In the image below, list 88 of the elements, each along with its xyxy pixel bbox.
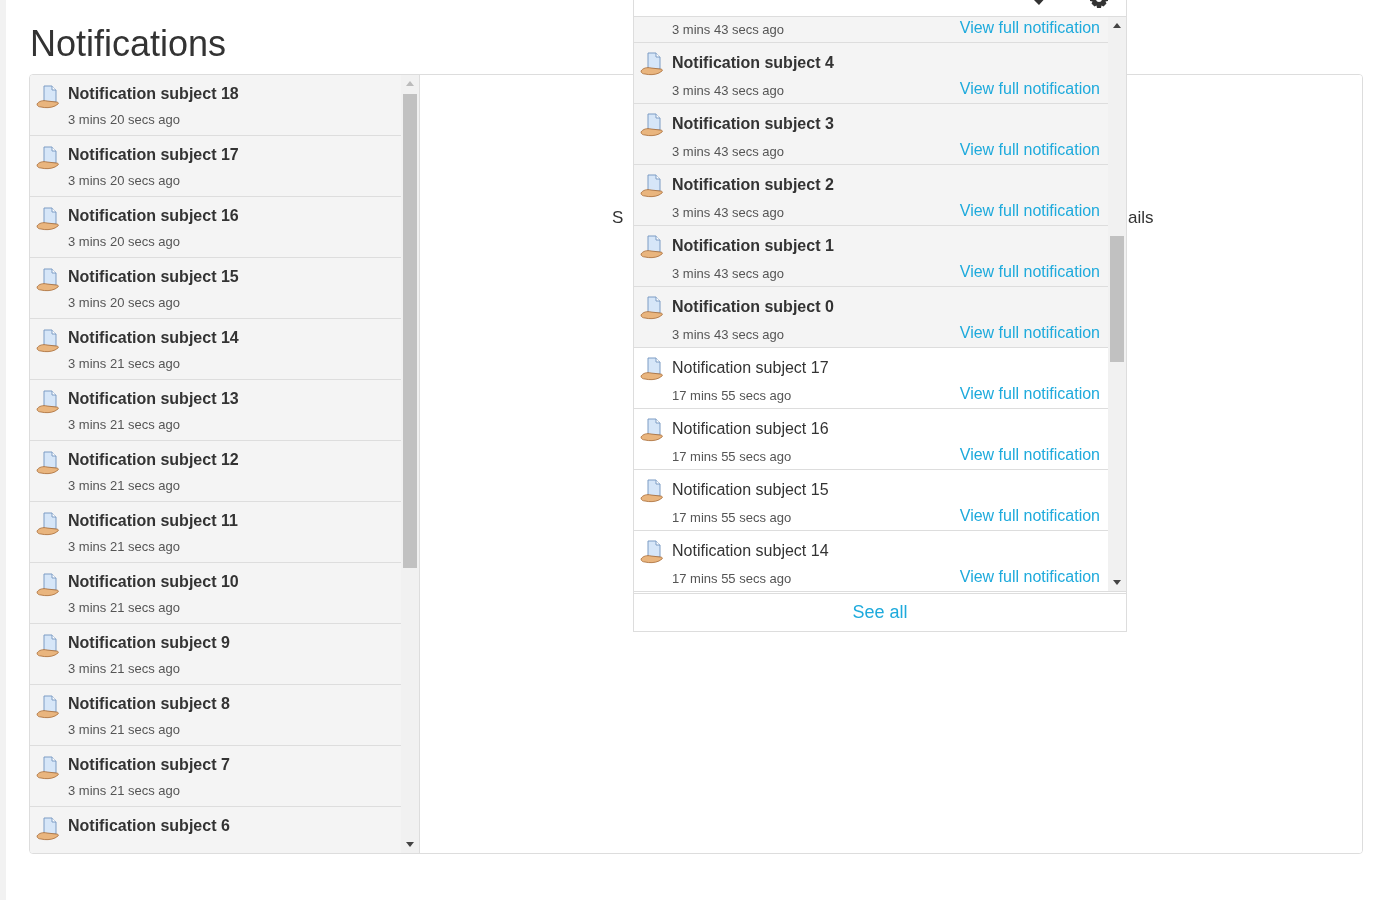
notification-item[interactable]: Notification subject 18 3 mins 20 secs ago [30, 75, 401, 136]
notification-subject: Notification subject 16 [672, 419, 829, 439]
notification-item[interactable]: Notification subject 11 3 mins 21 secs ago [30, 502, 401, 563]
document-hand-icon [640, 52, 664, 76]
detail-text: ails [1128, 208, 1154, 228]
document-hand-icon [640, 479, 664, 503]
document-hand-icon [36, 817, 60, 841]
notification-item[interactable]: Notification subject 17 3 mins 20 secs ago [30, 136, 401, 197]
notification-subject: Notification subject 14 [68, 328, 239, 348]
document-hand-icon [640, 418, 664, 442]
notification-subject: Notification subject 16 [68, 206, 239, 226]
notification-time: 17 mins 55 secs ago [672, 509, 792, 527]
notification-subject: Notification subject 2 [672, 175, 834, 195]
notification-item[interactable]: Notification subject 16 3 mins 20 secs ago [30, 197, 401, 258]
scrollbar[interactable] [1108, 17, 1126, 591]
notification-time: 17 mins 55 secs ago [672, 448, 792, 466]
document-hand-icon [640, 174, 664, 198]
document-hand-icon [640, 113, 664, 137]
notification-item[interactable]: Notification subject 10 3 mins 21 secs ago [30, 563, 401, 624]
notification-time: 3 mins 21 secs ago [68, 660, 181, 678]
notification-time: 3 mins 21 secs ago [68, 477, 181, 495]
notification-time: 3 mins 21 secs ago [68, 599, 181, 617]
notification-item[interactable]: Notification subject 15 3 mins 20 secs ago [30, 258, 401, 319]
notification-subject: Notification subject 15 [672, 480, 829, 500]
notification-item[interactable]: 3 mins 43 secs ago View full notification [634, 17, 1108, 43]
document-hand-icon [36, 512, 60, 536]
notification-time: 3 mins 43 secs ago [672, 326, 784, 344]
notification-time: 3 mins 20 secs ago [68, 233, 181, 251]
notification-time: 3 mins 21 secs ago [68, 721, 181, 739]
document-hand-icon [36, 451, 60, 475]
notification-subject: Notification subject 18 [68, 84, 239, 104]
notification-item[interactable]: Notification subject 13 3 mins 21 secs ago [30, 380, 401, 441]
notification-time: 17 mins 55 secs ago [672, 387, 792, 405]
notification-item[interactable]: Notification subject 12 3 mins 21 secs ago [30, 441, 401, 502]
notification-item[interactable]: Notification subject 14 3 mins 21 secs ago [30, 319, 401, 380]
notification-subject: Notification subject 14 [672, 541, 829, 561]
document-hand-icon [36, 573, 60, 597]
notification-subject: Notification subject 0 [672, 297, 834, 317]
notification-item[interactable]: Notification subject 9 3 mins 21 secs ago [30, 624, 401, 685]
notification-item[interactable]: Notification subject 1 3 mins 43 secs ago View full notification [634, 226, 1108, 287]
document-hand-icon [36, 268, 60, 292]
notification-time: 3 mins 21 secs ago [68, 355, 181, 373]
document-hand-icon [640, 357, 664, 381]
notification-time: 3 mins 43 secs ago [672, 204, 784, 222]
document-hand-icon [36, 329, 60, 353]
notification-subject: Notification subject 9 [68, 633, 230, 653]
notification-subject: Notification subject 11 [68, 511, 238, 531]
notification-time: 3 mins 43 secs ago [672, 21, 784, 39]
detail-text: S [612, 208, 624, 228]
notification-time: 17 mins 55 secs ago [672, 570, 792, 588]
notification-time: 3 mins 43 secs ago [672, 143, 784, 161]
notification-time: 3 mins 21 secs ago [68, 538, 181, 556]
notification-item[interactable]: Notification subject 2 3 mins 43 secs ago View full notification [634, 165, 1108, 226]
document-hand-icon [36, 85, 60, 109]
notification-subject: Notification subject 17 [672, 358, 829, 378]
notification-subject: Notification subject 4 [672, 53, 834, 73]
notification-subject: Notification subject 13 [68, 389, 239, 409]
notification-time: 3 mins 20 secs ago [68, 111, 181, 129]
notification-item[interactable]: Notification subject 7 3 mins 21 secs ago [30, 746, 401, 807]
notification-item[interactable]: Notification subject 4 3 mins 43 secs ago View full notification [634, 43, 1108, 104]
notification-item[interactable]: Notification subject 0 3 mins 43 secs ago View full notification [634, 287, 1108, 348]
notification-subject: Notification subject 3 [672, 114, 834, 134]
notification-subject: Notification subject 15 [68, 267, 239, 287]
document-hand-icon [640, 296, 664, 320]
document-hand-icon [36, 634, 60, 658]
document-hand-icon [36, 207, 60, 231]
document-hand-icon [640, 235, 664, 259]
notification-time: 3 mins 20 secs ago [68, 294, 181, 312]
notification-time: 3 mins 21 secs ago [68, 416, 181, 434]
notification-subject: Notification subject 10 [68, 572, 239, 592]
notification-subject: Notification subject 17 [68, 145, 239, 165]
document-hand-icon [36, 146, 60, 170]
notification-subject: Notification subject 8 [68, 694, 230, 714]
notification-item[interactable]: Notification subject 8 3 mins 21 secs ago [30, 685, 401, 746]
notification-subject: Notification subject 12 [68, 450, 239, 470]
notification-subject: Notification subject 6 [68, 816, 230, 836]
notification-item[interactable]: Notification subject 3 3 mins 43 secs ago View full notification [634, 104, 1108, 165]
document-hand-icon [36, 390, 60, 414]
page-title: Notifications [30, 22, 227, 66]
document-hand-icon [36, 756, 60, 780]
notification-time: 3 mins 21 secs ago [68, 782, 181, 800]
notification-time: 3 mins 43 secs ago [672, 82, 784, 100]
notification-subject: Notification subject 7 [68, 755, 230, 775]
document-hand-icon [36, 695, 60, 719]
document-hand-icon [640, 540, 664, 564]
notification-time: 3 mins 20 secs ago [68, 172, 181, 190]
notification-subject: Notification subject 1 [672, 236, 834, 256]
notification-time: 3 mins 43 secs ago [672, 265, 784, 283]
